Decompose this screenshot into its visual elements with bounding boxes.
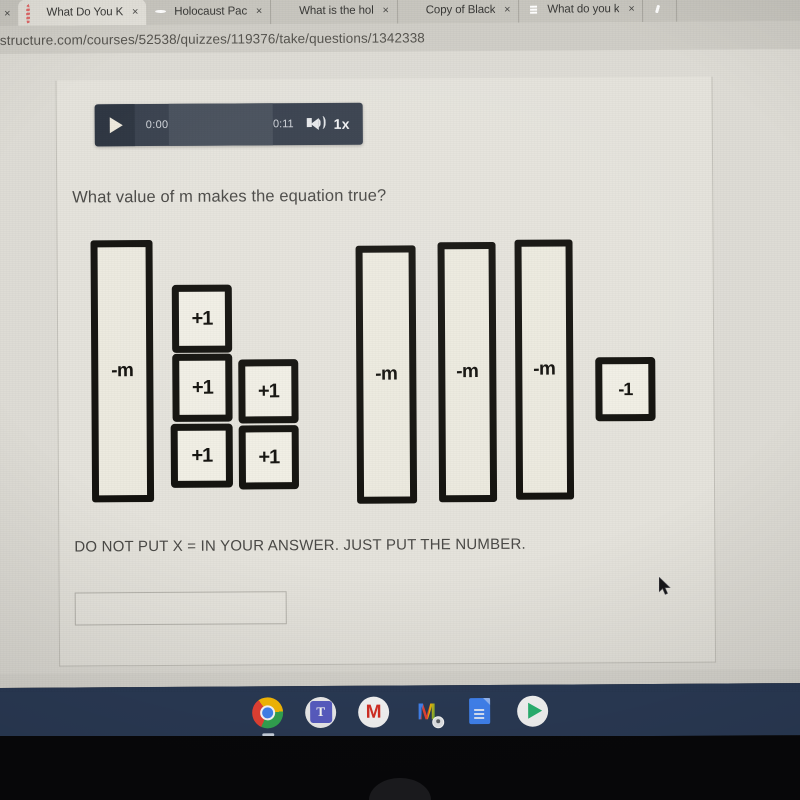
- teal-circle-icon: [652, 2, 666, 16]
- close-icon[interactable]: ×: [380, 4, 392, 16]
- audio-progress-bar[interactable]: [168, 103, 274, 146]
- tab-title: What do you k: [547, 3, 620, 16]
- tile-plus-one-2: +1: [172, 353, 233, 422]
- close-icon[interactable]: ×: [253, 5, 265, 17]
- tile-label: -m: [456, 361, 479, 383]
- play-icon: [109, 117, 123, 134]
- tile-label: +1: [191, 376, 213, 399]
- docs-glyph: [469, 697, 491, 725]
- tile-label: -m: [533, 358, 556, 380]
- tab-title: What Do You K: [46, 6, 124, 19]
- browser-tab-3[interactable]: What is the hol ×: [271, 0, 398, 25]
- tile-label: +1: [191, 444, 213, 467]
- progress-fill: [168, 103, 274, 146]
- browser-tab-4[interactable]: Copy of Black ×: [397, 0, 520, 24]
- page-body: 0:00 0:11 1x What value of m makes the e…: [0, 49, 800, 674]
- total-time: 0:11: [272, 118, 294, 131]
- laptop-bezel: [0, 736, 800, 800]
- docs-icon: [527, 3, 541, 17]
- photo-of-chromebook-screen: × What Do You K × Holocaust Pac × What i…: [0, 0, 800, 800]
- play-store-icon[interactable]: [517, 695, 549, 727]
- tab-title: Holocaust Pac: [174, 5, 248, 18]
- close-icon[interactable]: ×: [129, 6, 141, 18]
- tile-negative-one-1: -1: [595, 356, 656, 422]
- audio-player[interactable]: 0:00 0:11 1x: [94, 102, 363, 147]
- google-docs-icon[interactable]: [464, 695, 495, 726]
- tab-title: What is the hol: [299, 4, 374, 18]
- url-text: nstructure.com/courses/52538/quizzes/119…: [0, 29, 425, 48]
- play-store-glyph: [527, 702, 542, 719]
- chromebook-screen: × What Do You K × Holocaust Pac × What i…: [0, 0, 800, 688]
- tile-label: -1: [618, 378, 633, 399]
- tile-label: +1: [191, 307, 213, 330]
- algebra-tile-diagram: -m +1 +1 +1 +1 +1 -m -m -m -1: [57, 237, 714, 511]
- close-icon[interactable]: ×: [626, 3, 638, 15]
- tile-negative-m-right-2: -m: [437, 241, 498, 503]
- volume-icon[interactable]: [302, 103, 326, 145]
- question-text: What value of m makes the equation true?: [72, 186, 387, 207]
- laptop-hinge: [369, 778, 431, 800]
- browser-tab-2[interactable]: Holocaust Pac ×: [146, 0, 272, 26]
- portrait-icon: [279, 4, 293, 18]
- playback-speed-button[interactable]: 1x: [327, 116, 363, 132]
- tile-negative-m-left-1: -m: [90, 240, 155, 503]
- tile-plus-one-3: +1: [238, 359, 299, 424]
- play-button[interactable]: [94, 104, 135, 147]
- tile-negative-m-right-3: -m: [514, 239, 575, 500]
- tile-plus-one-1: +1: [171, 284, 233, 353]
- browser-tab-6[interactable]: [643, 0, 678, 23]
- current-time: 0:00: [145, 118, 169, 132]
- globe-icon: [154, 5, 168, 19]
- tile-plus-one-4: +1: [170, 423, 234, 488]
- tile-negative-m-right-1: -m: [355, 245, 418, 504]
- tile-label: +1: [257, 379, 279, 402]
- account-badge-icon: [432, 715, 445, 728]
- tab-close-icon-offscreen[interactable]: ×: [0, 8, 19, 26]
- answer-input[interactable]: [74, 591, 287, 626]
- gmail-classic-icon[interactable]: M: [358, 696, 390, 728]
- dotted-circle-icon: [26, 3, 40, 25]
- tab-title: Copy of Black: [425, 3, 496, 17]
- browser-tab-1[interactable]: What Do You K ×: [18, 0, 147, 26]
- teams-glyph: T: [309, 700, 332, 724]
- close-icon[interactable]: ×: [501, 3, 513, 15]
- tile-label: -m: [111, 360, 134, 382]
- chromeos-shelf: T M M: [0, 683, 800, 740]
- answer-instruction: DO NOT PUT X = IN YOUR ANSWER. JUST PUT …: [74, 535, 526, 556]
- teams-icon[interactable]: T: [305, 696, 337, 728]
- browser-tab-5[interactable]: What do you k ×: [519, 0, 644, 23]
- tile-label: -m: [375, 363, 398, 385]
- quiz-question-card: 0:00 0:11 1x What value of m makes the e…: [55, 76, 717, 667]
- chrome-icon[interactable]: [252, 696, 284, 736]
- slides-icon: [406, 3, 420, 17]
- gmail-icon[interactable]: M: [411, 696, 445, 728]
- tile-label: +1: [258, 445, 280, 468]
- tile-plus-one-5: +1: [238, 425, 300, 490]
- gmail-classic-glyph: M: [365, 701, 382, 723]
